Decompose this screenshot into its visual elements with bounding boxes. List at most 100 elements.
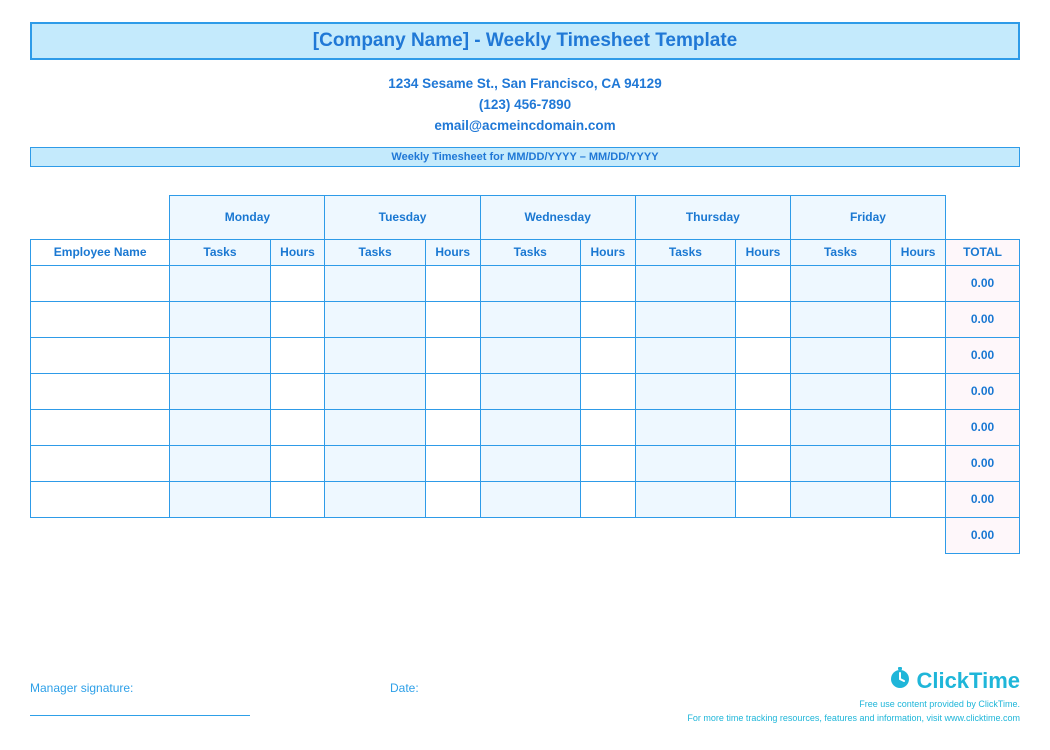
branding-block: ClickTime Free use content provided by C… xyxy=(687,666,1020,724)
employee-cell[interactable] xyxy=(31,301,170,337)
task-cell[interactable] xyxy=(170,373,270,409)
hours-header: Hours xyxy=(425,239,480,265)
hours-cell[interactable] xyxy=(270,373,325,409)
task-cell[interactable] xyxy=(480,337,580,373)
task-cell[interactable] xyxy=(170,409,270,445)
task-cell[interactable] xyxy=(480,409,580,445)
task-cell[interactable] xyxy=(325,445,425,481)
hours-cell[interactable] xyxy=(891,337,946,373)
task-cell[interactable] xyxy=(480,445,580,481)
hours-cell[interactable] xyxy=(425,481,480,517)
task-cell[interactable] xyxy=(790,409,890,445)
employee-cell[interactable] xyxy=(31,445,170,481)
hours-cell[interactable] xyxy=(736,373,791,409)
hours-cell[interactable] xyxy=(736,301,791,337)
task-cell[interactable] xyxy=(480,481,580,517)
hours-cell[interactable] xyxy=(425,337,480,373)
employee-cell[interactable] xyxy=(31,481,170,517)
hours-cell[interactable] xyxy=(425,445,480,481)
hours-cell[interactable] xyxy=(580,337,635,373)
task-cell[interactable] xyxy=(790,481,890,517)
hours-cell[interactable] xyxy=(736,481,791,517)
task-cell[interactable] xyxy=(480,301,580,337)
hours-cell[interactable] xyxy=(891,301,946,337)
employee-cell[interactable] xyxy=(31,373,170,409)
task-cell[interactable] xyxy=(635,445,735,481)
hours-cell[interactable] xyxy=(270,265,325,301)
task-cell[interactable] xyxy=(170,301,270,337)
hours-cell[interactable] xyxy=(891,265,946,301)
document-title: [Company Name] - Weekly Timesheet Templa… xyxy=(30,22,1020,60)
task-cell[interactable] xyxy=(480,265,580,301)
day-header-monday: Monday xyxy=(170,195,325,239)
hours-cell[interactable] xyxy=(580,409,635,445)
task-cell[interactable] xyxy=(325,409,425,445)
hours-cell[interactable] xyxy=(580,301,635,337)
row-total-cell: 0.00 xyxy=(946,373,1020,409)
hours-cell[interactable] xyxy=(270,301,325,337)
row-total-cell: 0.00 xyxy=(946,265,1020,301)
task-cell[interactable] xyxy=(325,265,425,301)
task-cell[interactable] xyxy=(790,301,890,337)
employee-cell[interactable] xyxy=(31,265,170,301)
hours-cell[interactable] xyxy=(736,265,791,301)
manager-signature-label: Manager signature: xyxy=(30,681,250,695)
hours-cell[interactable] xyxy=(580,445,635,481)
hours-cell[interactable] xyxy=(891,481,946,517)
row-total-cell: 0.00 xyxy=(946,481,1020,517)
stopwatch-icon xyxy=(888,666,912,696)
task-cell[interactable] xyxy=(790,337,890,373)
task-cell[interactable] xyxy=(325,301,425,337)
task-cell[interactable] xyxy=(635,409,735,445)
timesheet-table: Monday Tuesday Wednesday Thursday Friday… xyxy=(30,195,1020,554)
hours-cell[interactable] xyxy=(270,337,325,373)
hours-cell[interactable] xyxy=(425,301,480,337)
hours-cell[interactable] xyxy=(891,409,946,445)
employee-header: Employee Name xyxy=(31,239,170,265)
blank-footer xyxy=(31,517,946,553)
task-cell[interactable] xyxy=(790,373,890,409)
company-address: 1234 Sesame St., San Francisco, CA 94129 xyxy=(30,74,1020,95)
task-cell[interactable] xyxy=(170,337,270,373)
task-cell[interactable] xyxy=(635,337,735,373)
hours-cell[interactable] xyxy=(425,409,480,445)
task-cell[interactable] xyxy=(790,445,890,481)
table-row: 0.00 xyxy=(31,481,1020,517)
tasks-header: Tasks xyxy=(325,239,425,265)
task-cell[interactable] xyxy=(635,481,735,517)
employee-cell[interactable] xyxy=(31,409,170,445)
task-cell[interactable] xyxy=(790,265,890,301)
task-cell[interactable] xyxy=(480,373,580,409)
task-cell[interactable] xyxy=(635,373,735,409)
employee-cell[interactable] xyxy=(31,337,170,373)
task-cell[interactable] xyxy=(170,265,270,301)
task-cell[interactable] xyxy=(170,481,270,517)
hours-cell[interactable] xyxy=(580,373,635,409)
day-header-wednesday: Wednesday xyxy=(480,195,635,239)
blank-corner-right xyxy=(946,195,1020,239)
hours-cell[interactable] xyxy=(736,445,791,481)
hours-cell[interactable] xyxy=(425,373,480,409)
task-cell[interactable] xyxy=(170,445,270,481)
hours-cell[interactable] xyxy=(891,373,946,409)
grand-total-cell: 0.00 xyxy=(946,517,1020,553)
hours-cell[interactable] xyxy=(736,337,791,373)
hours-cell[interactable] xyxy=(425,265,480,301)
hours-cell[interactable] xyxy=(270,409,325,445)
hours-cell[interactable] xyxy=(580,265,635,301)
hours-cell[interactable] xyxy=(736,409,791,445)
hours-cell[interactable] xyxy=(891,445,946,481)
signature-line[interactable] xyxy=(30,715,250,716)
row-total-cell: 0.00 xyxy=(946,301,1020,337)
task-cell[interactable] xyxy=(325,373,425,409)
task-cell[interactable] xyxy=(635,301,735,337)
tasks-header: Tasks xyxy=(480,239,580,265)
company-contact-block: 1234 Sesame St., San Francisco, CA 94129… xyxy=(30,74,1020,137)
hours-cell[interactable] xyxy=(580,481,635,517)
task-cell[interactable] xyxy=(635,265,735,301)
hours-cell[interactable] xyxy=(270,445,325,481)
task-cell[interactable] xyxy=(325,337,425,373)
task-cell[interactable] xyxy=(325,481,425,517)
table-row: 0.00 xyxy=(31,301,1020,337)
hours-cell[interactable] xyxy=(270,481,325,517)
